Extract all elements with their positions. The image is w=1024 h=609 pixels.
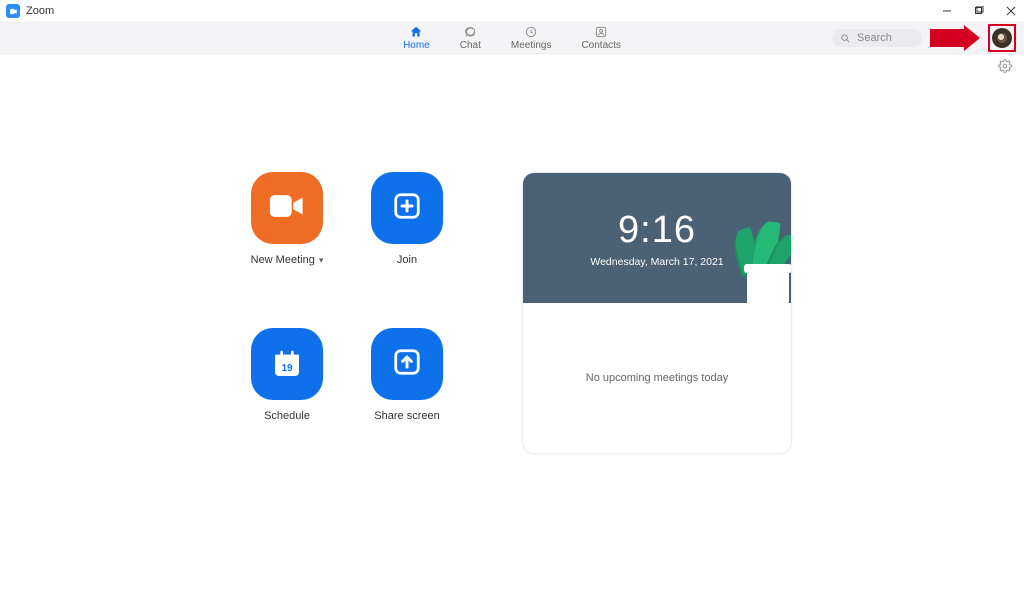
window-titlebar: Zoom (0, 0, 1024, 22)
tab-contacts[interactable]: Contacts (581, 25, 620, 51)
tab-label: Meetings (511, 40, 552, 51)
schedule-button[interactable]: 19 (251, 328, 323, 400)
chat-icon (463, 25, 477, 39)
nav-right: Search (832, 24, 1024, 52)
maximize-button[interactable] (972, 4, 986, 18)
action-label-text: New Meeting (251, 254, 315, 266)
search-icon (840, 33, 851, 44)
settings-button[interactable] (998, 59, 1012, 78)
search-placeholder: Search (857, 32, 892, 44)
dashboard-hero: 9:16 Wednesday, March 17, 2021 (523, 173, 791, 303)
action-label-text: Schedule (264, 410, 310, 422)
tab-meetings[interactable]: Meetings (511, 25, 552, 51)
annotation-arrow (930, 27, 980, 49)
home-icon (409, 25, 423, 39)
action-grid: New Meeting ▾ Join 19 Schedule (232, 172, 462, 454)
new-meeting-action: New Meeting ▾ (232, 172, 342, 298)
join-button[interactable] (371, 172, 443, 244)
gear-icon (998, 59, 1012, 73)
top-nav: Home Chat Meetings Contacts Search (0, 22, 1024, 54)
join-action: Join (352, 172, 462, 298)
tab-label: Chat (460, 40, 481, 51)
close-button[interactable] (1004, 4, 1018, 18)
dashboard-body: No upcoming meetings today (523, 303, 791, 453)
tab-home[interactable]: Home (403, 25, 430, 51)
nav-tabs: Home Chat Meetings Contacts (403, 23, 621, 53)
calendar-day: 19 (281, 363, 292, 374)
share-screen-action: Share screen (352, 328, 462, 454)
dashboard-time: 9:16 (618, 209, 696, 252)
sub-bar (0, 54, 1024, 82)
contacts-icon (594, 25, 608, 39)
chevron-down-icon: ▾ (319, 255, 324, 266)
schedule-action: 19 Schedule (232, 328, 342, 454)
tab-chat[interactable]: Chat (460, 25, 481, 51)
window-controls (940, 4, 1018, 18)
action-label-text: Join (397, 254, 417, 266)
dashboard-date: Wednesday, March 17, 2021 (590, 256, 723, 268)
plus-icon (392, 191, 422, 226)
titlebar-left: Zoom (6, 4, 54, 18)
no-meetings-text: No upcoming meetings today (586, 372, 728, 384)
window-title: Zoom (26, 5, 54, 17)
action-label-text: Share screen (374, 410, 439, 422)
share-arrow-icon (392, 347, 422, 382)
search-input[interactable]: Search (832, 29, 922, 47)
calendar-icon: 19 (271, 348, 303, 380)
tab-label: Contacts (581, 40, 620, 51)
video-icon (268, 192, 306, 225)
tab-label: Home (403, 40, 430, 51)
plant-illustration (725, 212, 791, 303)
main-content: New Meeting ▾ Join 19 Schedule (0, 82, 1024, 454)
clock-icon (524, 25, 538, 39)
annotation-highlight (988, 24, 1016, 52)
zoom-app-icon (6, 4, 20, 18)
new-meeting-label-row[interactable]: New Meeting ▾ (251, 254, 324, 266)
share-screen-button[interactable] (371, 328, 443, 400)
dashboard-card: 9:16 Wednesday, March 17, 2021 No upcomi… (522, 172, 792, 454)
profile-avatar[interactable] (992, 28, 1012, 48)
new-meeting-button[interactable] (251, 172, 323, 244)
minimize-button[interactable] (940, 4, 954, 18)
